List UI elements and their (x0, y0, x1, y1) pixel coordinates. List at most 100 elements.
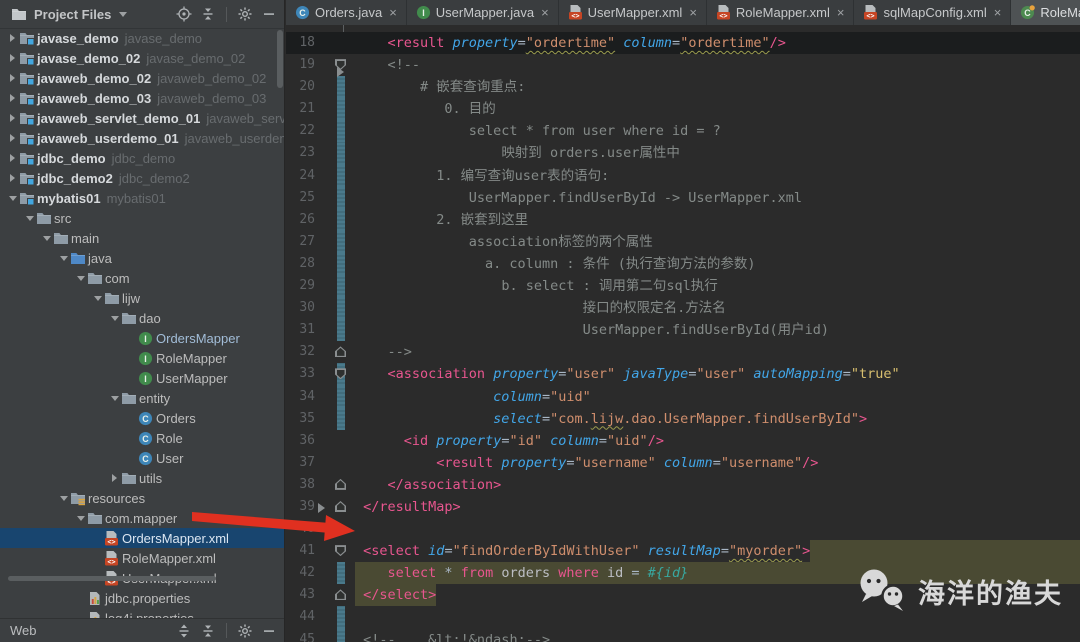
close-tab-icon[interactable]: × (541, 5, 549, 20)
tree-expanded-icon[interactable] (40, 235, 53, 241)
code-text[interactable]: select * from orders where id = #{id} (355, 562, 689, 585)
code-text[interactable]: UserMapper.findUserById(用户id) (355, 319, 829, 341)
code-line-45[interactable]: 45 <!-- &lt;!&ndash;--> (286, 628, 1080, 642)
tree-item-jdbc-properties[interactable]: jdbc.properties (0, 588, 284, 608)
editor-tab-orders-java[interactable]: C Orders.java × (286, 0, 407, 25)
code-text[interactable]: 0. 目的 (355, 98, 495, 120)
tree-expanded-icon[interactable] (57, 255, 70, 261)
code-line-18[interactable]: 18 <result property="ordertime" column="… (286, 32, 1080, 55)
tree-item-javaweb-servlet-demo-01[interactable]: javaweb_servlet_demo_01 javaweb_servlet (0, 108, 284, 128)
tree-collapsed-icon[interactable] (6, 134, 19, 142)
locate-icon[interactable] (175, 5, 193, 23)
project-view-title[interactable]: Project Files (34, 7, 111, 22)
close-tab-icon[interactable]: × (837, 5, 845, 20)
tree-expanded-icon[interactable] (74, 275, 87, 281)
tree-collapsed-icon[interactable] (6, 174, 19, 182)
tree-item-javaweb-userdemo-01[interactable]: javaweb_userdemo_01 javaweb_userdemo (0, 128, 284, 148)
code-text[interactable]: association标签的两个属性 (355, 231, 653, 253)
editor-tab-usermapper-xml[interactable]: <> UserMapper.xml × (559, 0, 707, 25)
tree-collapsed-icon[interactable] (6, 154, 19, 162)
tree-item-rolemapper[interactable]: I RoleMapper (0, 348, 284, 368)
code-text[interactable]: </select> (355, 584, 437, 607)
code-text[interactable]: select * from user where id = ? (355, 120, 721, 142)
code-text[interactable]: <result property="username" column="user… (355, 452, 818, 474)
close-tab-icon[interactable]: × (994, 5, 1002, 20)
code-line-26[interactable]: 26 2. 嵌套到这里 (286, 208, 1080, 231)
code-line-32[interactable]: 32 --> (286, 341, 1080, 363)
tree-item-user[interactable]: C User (0, 448, 284, 468)
tree-item-entity[interactable]: entity (0, 388, 284, 408)
code-line-24[interactable]: 24 1. 编写查询user表的语句: (286, 164, 1080, 187)
tree-item-jdbc-demo[interactable]: jdbc_demo jdbc_demo (0, 148, 284, 168)
code-line-35[interactable]: 35 select="com.lijw.dao.UserMapper.findU… (286, 407, 1080, 430)
code-text[interactable]: 映射到 orders.user属性中 (355, 142, 680, 164)
code-line-39[interactable]: 39 </resultMap> (286, 496, 1080, 518)
web-panel-title[interactable]: Web (10, 623, 37, 638)
tree-item-jdbc-demo2[interactable]: jdbc_demo2 jdbc_demo2 (0, 168, 284, 188)
code-text[interactable]: --> (355, 341, 412, 363)
collapse-all-icon[interactable] (199, 622, 217, 640)
collapse-all-icon[interactable] (199, 5, 217, 23)
tree-item-ordersmapper-xml[interactable]: <> OrdersMapper.xml (0, 528, 284, 548)
code-line-30[interactable]: 30 接口的权限定名.方法名 (286, 297, 1080, 320)
code-line-19[interactable]: 19 <!-- (286, 54, 1080, 76)
tree-item-usermapper[interactable]: I UserMapper (0, 368, 284, 388)
code-text[interactable]: # 嵌套查询重点: (355, 76, 525, 98)
tree-item-lijw[interactable]: lijw (0, 288, 284, 308)
hide-panel-icon[interactable] (260, 622, 278, 640)
code-line-28[interactable]: 28 a. column : 条件 (执行查询方法的参数) (286, 252, 1080, 276)
code-text[interactable]: column="uid" (355, 386, 591, 408)
code-line-20[interactable]: 20 # 嵌套查询重点: (286, 76, 1080, 99)
tree-item-utils[interactable]: utils (0, 468, 284, 488)
tree-expanded-icon[interactable] (6, 195, 19, 201)
tree-expanded-icon[interactable] (108, 315, 121, 321)
code-line-29[interactable]: 29 b. select : 调用第二句sql执行 (286, 275, 1080, 298)
settings-icon[interactable] (236, 5, 254, 23)
code-line-33[interactable]: 33 <association property="user" javaType… (286, 363, 1080, 386)
code-line-40[interactable]: 40 (286, 518, 1080, 540)
tree-horizontal-scrollbar[interactable] (8, 576, 216, 581)
editor-tab-sqlmapconfig-xml[interactable]: <> sqlMapConfig.xml × (854, 0, 1012, 25)
tree-item-javaweb-demo-03[interactable]: javaweb_demo_03 javaweb_demo_03 (0, 88, 284, 108)
tree-item-com-mapper[interactable]: com.mapper (0, 508, 284, 528)
code-text[interactable]: select="com.lijw.dao.UserMapper.findUser… (355, 408, 867, 430)
chevron-down-icon[interactable] (119, 11, 128, 17)
tree-item-javaweb-demo-02[interactable]: javaweb_demo_02 javaweb_demo_02 (0, 68, 284, 88)
tree-collapsed-icon[interactable] (108, 474, 121, 482)
tree-item-log4j-properties[interactable]: log4j.properties (0, 608, 284, 618)
tree-item-com[interactable]: com (0, 268, 284, 288)
code-line-25[interactable]: 25 UserMapper.findUserById -> UserMapper… (286, 186, 1080, 209)
tree-item-javase-demo[interactable]: javase_demo javase_demo (0, 28, 284, 48)
hide-panel-icon[interactable] (260, 5, 278, 23)
tree-expanded-icon[interactable] (108, 395, 121, 401)
code-editor[interactable]: 18 <result property="ordertime" column="… (286, 25, 1080, 642)
fold-marker-icon[interactable] (335, 500, 346, 512)
tree-item-ordersmapper[interactable]: I OrdersMapper (0, 328, 284, 348)
close-tab-icon[interactable]: × (389, 5, 397, 20)
tree-item-main[interactable]: main (0, 228, 284, 248)
code-text[interactable]: b. select : 调用第二句sql执行 (355, 275, 717, 297)
code-text[interactable]: </resultMap> (355, 496, 461, 518)
tree-collapsed-icon[interactable] (6, 114, 19, 122)
code-text[interactable]: a. column : 条件 (执行查询方法的参数) (355, 253, 755, 275)
tree-item-src[interactable]: src (0, 208, 284, 228)
code-text[interactable]: <!-- (355, 54, 421, 76)
code-line-34[interactable]: 34 column="uid" (286, 385, 1080, 408)
tree-item-mybatis01[interactable]: mybatis01 mybatis01 (0, 188, 284, 208)
fold-marker-icon[interactable] (335, 478, 346, 490)
tree-collapsed-icon[interactable] (6, 54, 19, 62)
tree-item-dao[interactable]: dao (0, 308, 284, 328)
tree-expanded-icon[interactable] (91, 295, 104, 301)
editor-tab-rolemapper-xml[interactable]: <> RoleMapper.xml × (707, 0, 855, 25)
code-line-38[interactable]: 38 </association> (286, 474, 1080, 496)
code-line-36[interactable]: 36 <id property="id" column="uid"/> (286, 430, 1080, 452)
tree-vertical-scrollbar[interactable] (277, 30, 283, 88)
fold-marker-icon[interactable] (335, 346, 346, 358)
code-text[interactable]: 接口的权限定名.方法名 (355, 297, 726, 319)
code-text[interactable]: </association> (355, 474, 502, 496)
code-text[interactable]: <association property="user" javaType="u… (355, 363, 900, 385)
tree-item-orders[interactable]: C Orders (0, 408, 284, 428)
tree-expanded-icon[interactable] (74, 515, 87, 521)
tree-item-resources[interactable]: resources (0, 488, 284, 508)
editor-tab-usermapper-java[interactable]: I UserMapper.java × (407, 0, 559, 25)
